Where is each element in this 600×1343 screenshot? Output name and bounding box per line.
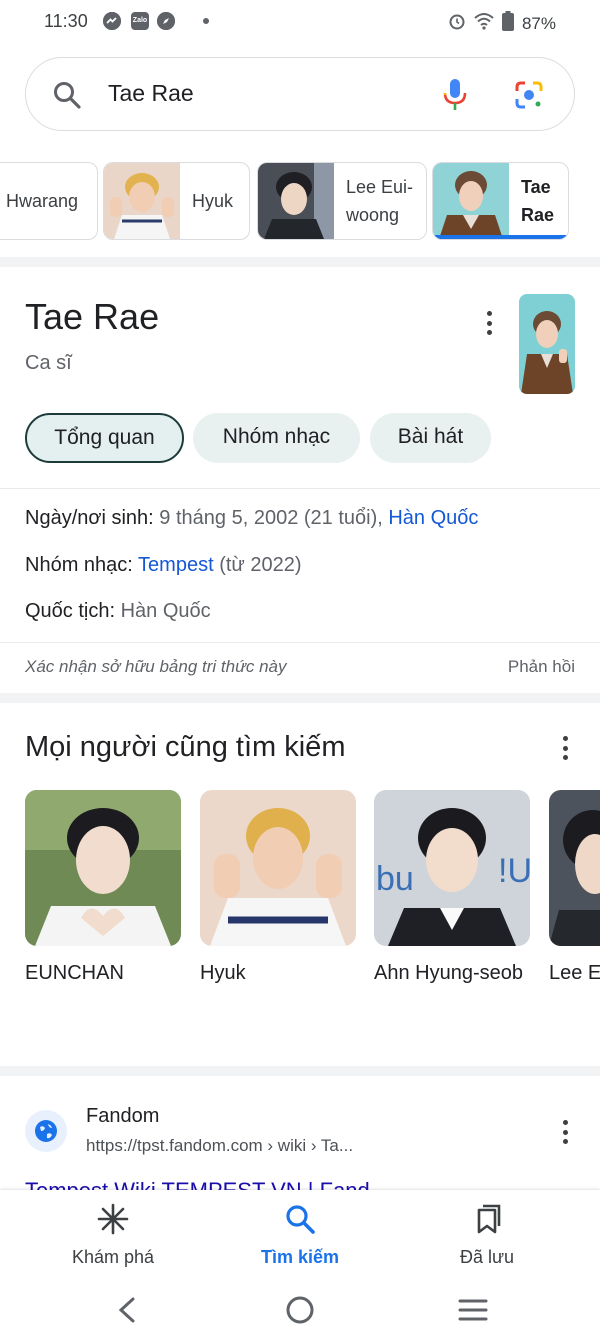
person-photo: bu !U (374, 790, 530, 946)
bottom-navigation: Khám phá Tìm kiếm Đã lưu (0, 1190, 600, 1278)
divider (0, 488, 600, 489)
person-card-ahn-hyung-seob[interactable]: bu !U Ahn Hyung-seob (374, 790, 530, 988)
entity-photo[interactable] (519, 294, 575, 394)
back-icon[interactable] (115, 1296, 139, 1329)
battery-icon (501, 11, 514, 36)
person-photo (200, 790, 356, 946)
entity-subtitle: Ca sĩ (25, 352, 72, 374)
tab-overview[interactable]: Tổng quan (25, 413, 184, 463)
entity-chip-label: Hyuk (192, 191, 234, 211)
entity-chip-tae-rae[interactable]: Tae Rae (432, 162, 569, 240)
claim-panel-link[interactable]: Xác nhận sở hữu bảng tri thức này (25, 657, 286, 677)
messenger-icon (103, 12, 121, 30)
fact-value: Hàn Quốc (120, 600, 211, 622)
nav-label: Đã lưu (459, 1247, 515, 1267)
result-site-name[interactable]: Fandom (86, 1105, 159, 1128)
entity-chip-lee-eui-woong[interactable]: Lee Eui-woong (257, 162, 427, 240)
home-icon[interactable] (285, 1295, 315, 1330)
fact-label: Quốc tịch: (25, 600, 116, 622)
fact-group: Nhóm nhạc: Tempest (từ 2022) (25, 554, 302, 577)
fact-nationality: Quốc tịch: Hàn Quốc (25, 600, 211, 623)
fact-birth: Ngày/nơi sinh: 9 tháng 5, 2002 (21 tuổi)… (25, 507, 478, 530)
tae-rae-photo (433, 163, 509, 239)
wifi-icon (474, 12, 494, 35)
status-time: 11:30 (44, 11, 88, 31)
section-divider (0, 693, 600, 703)
page-title: Tae Rae (25, 296, 160, 337)
people-also-search-title: Mọi người cũng tìm kiếm (25, 731, 346, 763)
compass-icon (157, 12, 175, 30)
search-icon (283, 1205, 317, 1240)
nav-label: Tìm kiếm (260, 1247, 340, 1267)
fact-link-group[interactable]: Tempest (138, 554, 214, 576)
nav-label: Khám phá (71, 1247, 155, 1267)
entity-chip-hyuk[interactable]: Hyuk (103, 162, 250, 240)
system-navigation (0, 1278, 600, 1343)
svg-text:bu: bu (376, 860, 414, 898)
svg-text:!U: !U (498, 852, 530, 890)
zalo-icon: Zalo (131, 12, 149, 30)
search-input[interactable]: Tae Rae (108, 80, 194, 107)
section-divider (0, 1066, 600, 1076)
hyuk-photo (104, 163, 180, 239)
saved-icon (470, 1204, 504, 1240)
search-bar[interactable]: Tae Rae (25, 57, 575, 131)
recents-icon[interactable] (458, 1298, 488, 1327)
status-right: 87% (448, 11, 556, 36)
more-options-icon[interactable] (561, 736, 569, 760)
person-card-eunchan[interactable]: EUNCHAN (25, 790, 181, 988)
result-title-link[interactable]: Tempest Wiki TEMPEST VN | Fand (25, 1178, 370, 1190)
lens-icon[interactable] (514, 80, 544, 115)
person-name: EUNCHAN (25, 962, 124, 984)
more-options-icon[interactable] (485, 311, 493, 335)
entity-chip-label: Tae Rae (521, 177, 555, 225)
person-photo (549, 790, 600, 946)
battery-level: 87% (521, 13, 556, 33)
person-name: Hyuk (200, 962, 246, 984)
entity-chip-label: Lee Eui-woong (346, 177, 414, 225)
person-photo (25, 790, 181, 946)
nav-search[interactable]: Tìm kiếm (220, 1202, 380, 1268)
notification-dot (203, 18, 209, 24)
person-card-lee-e[interactable]: Lee E (549, 790, 600, 988)
section-divider (0, 257, 600, 267)
tab-music-group[interactable]: Nhóm nhạc (193, 413, 360, 463)
alarm-icon (448, 12, 466, 35)
lee-eui-woong-photo (258, 163, 334, 239)
fact-label: Ngày/nơi sinh: (25, 507, 154, 529)
discover-icon (96, 1203, 130, 1240)
fact-value: 9 tháng 5, 2002 (21 tuổi), (159, 507, 383, 529)
nav-discover[interactable]: Khám phá (33, 1202, 193, 1268)
person-name: Ahn Hyung-seob (374, 962, 523, 984)
entity-chip-label: Hwarang (6, 191, 79, 211)
result-url[interactable]: https://tpst.fandom.com › wiki › Ta... (86, 1136, 353, 1156)
person-card-hyuk[interactable]: Hyuk (200, 790, 356, 988)
search-icon[interactable] (52, 80, 82, 115)
active-chip-indicator (433, 235, 568, 239)
person-name: Lee E (549, 962, 600, 984)
fact-label: Nhóm nhạc: (25, 554, 133, 576)
globe-icon (25, 1110, 67, 1152)
mic-icon[interactable] (442, 78, 468, 117)
more-options-icon[interactable] (561, 1120, 569, 1144)
fact-link-country[interactable]: Hàn Quốc (388, 507, 478, 529)
divider (0, 642, 600, 643)
feedback-link[interactable]: Phản hồi (508, 657, 575, 677)
tab-songs[interactable]: Bài hát (370, 413, 491, 463)
status-bar: 11:30 Zalo 87% (0, 0, 600, 44)
fact-value: (từ 2022) (219, 554, 302, 576)
nav-saved[interactable]: Đã lưu (407, 1202, 567, 1268)
entity-strip: Hwarang Hyuk Lee Eui-woong Tae Rae (0, 160, 600, 242)
entity-chip-hwarang[interactable]: Hwarang (0, 162, 98, 240)
